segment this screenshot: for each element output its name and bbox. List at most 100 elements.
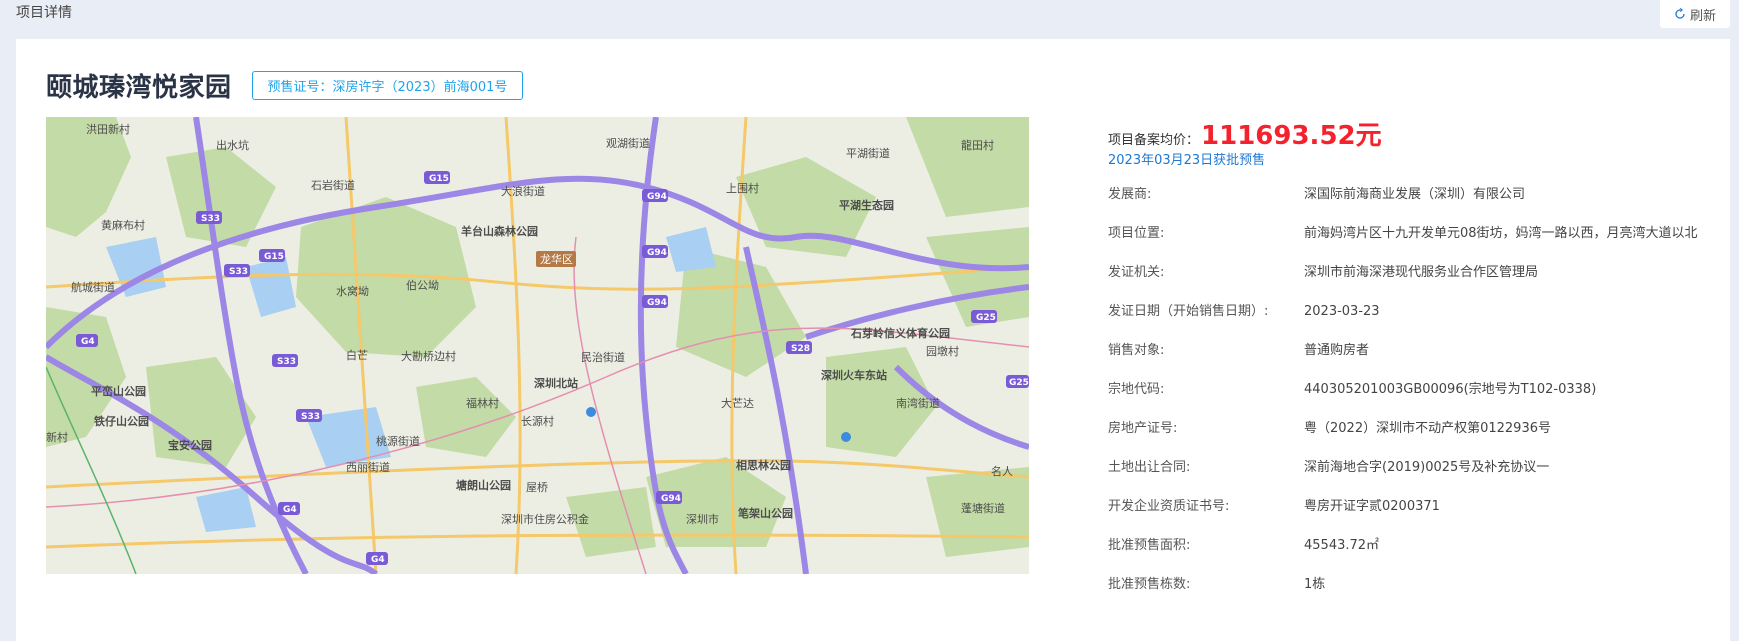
- approval-note: 2023年03月23日获批预售: [1108, 153, 1266, 168]
- top-bar: 项目详情 刷新: [0, 0, 1739, 30]
- map-label: 西丽街道: [346, 460, 390, 474]
- road-shield: S33: [201, 214, 220, 224]
- field-value: 45543.72㎡: [1304, 538, 1380, 553]
- field-label: 项目位置:: [1108, 226, 1165, 241]
- station-marker-icon: [841, 432, 851, 442]
- field-row: 销售对象: 普通购房者: [1108, 331, 1708, 370]
- refresh-button[interactable]: 刷新: [1660, 0, 1730, 28]
- field-value: 深圳市前海深港现代服务业合作区管理局: [1304, 265, 1539, 280]
- map-label: 出水坑: [216, 138, 249, 152]
- road-shield: G94: [647, 248, 667, 258]
- road-shield: S33: [277, 357, 296, 367]
- map-label: 石芽岭信义体育公园: [850, 326, 950, 340]
- map-label: 深圳市住房公积金: [501, 512, 589, 526]
- map-label: 塘朗山公园: [456, 478, 511, 492]
- map-label: 观湖街道: [606, 136, 650, 150]
- field-label: 销售对象:: [1108, 343, 1165, 358]
- field-value: 普通购房者: [1304, 343, 1370, 358]
- map-label: 大浪街道: [501, 184, 545, 198]
- field-label: 开发企业资质证书号:: [1108, 499, 1230, 514]
- map-label: 铁仔山公园: [94, 414, 149, 428]
- price-row: 项目备案均价： 111693.52元: [1108, 109, 1708, 151]
- info-fields: 发展商: 深国际前海商业发展（深圳）有限公司 项目位置: 前海妈湾片区十九开发单元0…: [1108, 175, 1708, 604]
- map-label: 平湖街道: [846, 146, 890, 160]
- road-shield: S28: [791, 344, 810, 354]
- map-label: 园墩村: [926, 344, 959, 358]
- road-shield: S33: [301, 412, 320, 422]
- price-value: 111693.52元: [1201, 121, 1382, 151]
- project-info-panel: 项目备案均价： 111693.52元 2023年03月23日获批预售 发展商: 深…: [1108, 109, 1708, 604]
- road-shield: G25: [1009, 378, 1029, 388]
- field-value: 深国际前海商业发展（深圳）有限公司: [1304, 187, 1526, 202]
- field-row: 批准预售面积: 45543.72㎡: [1108, 526, 1708, 565]
- field-label: 发证日期（开始销售日期）:: [1108, 304, 1269, 319]
- map-label: 平湖生态园: [839, 198, 894, 212]
- field-row: 宗地代码: 440305201003GB00096(宗地号为T102-0338): [1108, 370, 1708, 409]
- price-label: 项目备案均价：: [1108, 133, 1200, 148]
- map-label: 水窝坳: [336, 284, 369, 298]
- road-shield: G15: [264, 252, 284, 262]
- field-row: 项目位置: 前海妈湾片区十九开发单元08街坊，妈湾一路以西，月亮湾大道以北: [1108, 214, 1708, 253]
- map-label: 深圳火车东站: [821, 368, 887, 382]
- field-row: 土地出让合同: 深前海地合字(2019)0025号及补充协议一: [1108, 448, 1708, 487]
- map-label: 大勘桥边村: [401, 349, 456, 363]
- field-value: 深前海地合字(2019)0025号及补充协议一: [1304, 460, 1550, 475]
- map-label: 南湾街道: [896, 396, 940, 410]
- road-shield: G94: [661, 494, 681, 504]
- map-label: 大芒达: [721, 396, 754, 410]
- map-label: 白芒: [346, 348, 368, 362]
- field-label: 房地产证号:: [1108, 421, 1178, 436]
- map-label: 新村: [46, 430, 68, 444]
- refresh-label: 刷新: [1689, 8, 1716, 24]
- field-row: 房地产证号: 粤（2022）深圳市不动产权第0122936号: [1108, 409, 1708, 448]
- field-label: 批准预售栋数:: [1108, 577, 1191, 592]
- road-shield: G4: [81, 337, 95, 347]
- field-label: 发证机关:: [1108, 265, 1165, 280]
- map-label: 石岩街道: [311, 178, 355, 192]
- road-shield: G25: [976, 313, 996, 323]
- project-map[interactable]: 洪田新村 出水坑 石岩街道 大浪街道 观湖街道 平湖街道 上围村 平湖生态园 黄…: [46, 117, 1029, 574]
- map-label: 深圳北站: [534, 376, 578, 390]
- field-label: 宗地代码:: [1108, 382, 1165, 397]
- road-shield: S33: [229, 267, 248, 277]
- map-label: 平峦山公园: [91, 384, 146, 398]
- permit-badge: 预售证号：深房许字（2023）前海001号: [251, 71, 524, 100]
- map-label: 福林村: [466, 396, 499, 410]
- road-shield: G94: [647, 298, 667, 308]
- map-label: 名人: [991, 464, 1013, 478]
- field-row: 发证机关: 深圳市前海深港现代服务业合作区管理局: [1108, 253, 1708, 292]
- road-shield: G4: [371, 555, 385, 565]
- field-value: 前海妈湾片区十九开发单元08街坊，妈湾一路以西，月亮湾大道以北: [1304, 226, 1698, 241]
- map-label: 上围村: [726, 181, 759, 195]
- field-value: 1栋: [1304, 577, 1326, 592]
- map-label: 笔架山公园: [738, 506, 793, 520]
- map-label: 龍田村: [961, 138, 994, 152]
- field-value: 440305201003GB00096(宗地号为T102-0338): [1304, 382, 1597, 397]
- page-label: 项目详情: [16, 5, 72, 21]
- field-value: 粤房开证字贰0200371: [1304, 499, 1440, 514]
- title-row: 颐城瑧湾悦家园 预售证号：深房许字（2023）前海001号: [46, 67, 524, 104]
- map-label: 伯公坳: [406, 278, 439, 292]
- map-label: 黄麻布村: [101, 218, 145, 232]
- map-label: 羊台山森林公园: [461, 224, 538, 238]
- map-label: 洪田新村: [86, 122, 130, 136]
- map-label: 屋桥: [526, 481, 548, 494]
- station-marker-icon: [586, 407, 596, 417]
- map-label: 桃源街道: [376, 434, 420, 448]
- project-detail-card: 颐城瑧湾悦家园 预售证号：深房许字（2023）前海001号 洪田新村 出水坑 石…: [16, 39, 1730, 641]
- map-label: 相思林公园: [736, 458, 791, 472]
- field-row: 批准预售栋数: 1栋: [1108, 565, 1708, 604]
- field-label: 批准预售面积:: [1108, 538, 1191, 553]
- road-shield: G94: [647, 192, 667, 202]
- map-label: 深圳市: [686, 512, 719, 526]
- map-label: 蓬塘街道: [961, 501, 1005, 515]
- field-row: 开发企业资质证书号: 粤房开证字贰0200371: [1108, 487, 1708, 526]
- field-value: 2023-03-23: [1304, 304, 1380, 319]
- project-title: 颐城瑧湾悦家园: [46, 73, 232, 103]
- field-value: 粤（2022）深圳市不动产权第0122936号: [1304, 421, 1551, 436]
- field-row: 发展商: 深国际前海商业发展（深圳）有限公司: [1108, 175, 1708, 214]
- field-label: 发展商:: [1108, 187, 1152, 202]
- map-label: 民治街道: [581, 350, 625, 364]
- refresh-icon: [1674, 7, 1686, 20]
- field-row: 发证日期（开始销售日期）: 2023-03-23: [1108, 292, 1708, 331]
